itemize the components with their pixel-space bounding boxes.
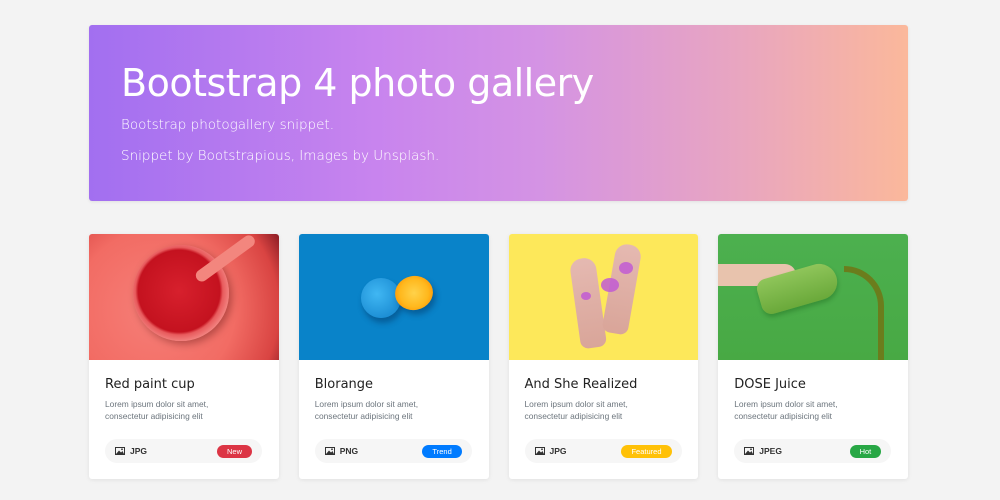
paint-splash-shape [580, 292, 591, 300]
image-icon [744, 447, 755, 455]
file-format: PNG [339, 446, 359, 456]
status-badge: New [216, 444, 252, 458]
card-body: Red paint cup Lorem ipsum dolor sit amet… [89, 360, 279, 422]
hero-credits: Snippet by Bootstrapious, Images by Unsp… [121, 148, 440, 164]
card-image-and-she-realized[interactable] [508, 234, 699, 360]
gallery-card[interactable]: Red paint cup Lorem ipsum dolor sit amet… [89, 234, 279, 479]
card-image-red-paint-cup[interactable] [89, 234, 279, 360]
card-meta: JPG Featured [524, 439, 682, 463]
card-meta: PNG Trend [314, 439, 472, 463]
hand-shape [568, 256, 607, 350]
status-badge: Featured [621, 444, 672, 458]
card-meta: JPEG Hot [734, 439, 892, 463]
card-description: Lorem ipsum dolor sit amet, consectetur … [734, 399, 838, 421]
file-format: JPG [130, 446, 148, 456]
image-icon [534, 447, 545, 455]
card-description: Lorem ipsum dolor sit amet, consectetur … [314, 399, 419, 421]
paint-splash-shape [618, 262, 633, 274]
gallery-card[interactable]: Blorange Lorem ipsum dolor sit amet, con… [298, 234, 489, 479]
gallery-card[interactable]: DOSE Juice Lorem ipsum dolor sit amet, c… [718, 234, 908, 479]
hero-subtitle: Bootstrap photogallery snippet. [121, 117, 334, 133]
card-image-blorange[interactable] [298, 234, 489, 360]
status-badge: Hot [849, 444, 882, 458]
gallery-card[interactable]: And She Realized Lorem ipsum dolor sit a… [508, 234, 699, 479]
card-image-dose-juice[interactable] [718, 234, 908, 360]
card-body: DOSE Juice Lorem ipsum dolor sit amet, c… [718, 360, 908, 422]
image-icon [324, 447, 335, 455]
card-title[interactable]: Blorange [315, 377, 473, 392]
card-body: Blorange Lorem ipsum dolor sit amet, con… [299, 360, 489, 422]
paint-splash-shape [600, 278, 619, 292]
image-icon [115, 447, 125, 455]
card-body: And She Realized Lorem ipsum dolor sit a… [509, 360, 699, 422]
file-format: JPG [549, 446, 567, 456]
card-description: Lorem ipsum dolor sit amet, consectetur … [105, 399, 209, 421]
page-title: Bootstrap 4 photo gallery [121, 61, 594, 105]
file-format: JPEG [759, 446, 782, 456]
gallery-grid: Red paint cup Lorem ipsum dolor sit amet… [89, 234, 908, 479]
card-meta: JPG New [105, 439, 262, 463]
card-title[interactable]: DOSE Juice [734, 377, 892, 392]
card-title[interactable]: And She Realized [525, 377, 683, 392]
hero-banner: Bootstrap 4 photo gallery Bootstrap phot… [89, 25, 908, 201]
card-title[interactable]: Red paint cup [105, 377, 263, 392]
juice-pour-shape [844, 266, 885, 360]
card-description: Lorem ipsum dolor sit amet, consectetur … [524, 399, 628, 421]
status-badge: Trend [422, 444, 462, 458]
